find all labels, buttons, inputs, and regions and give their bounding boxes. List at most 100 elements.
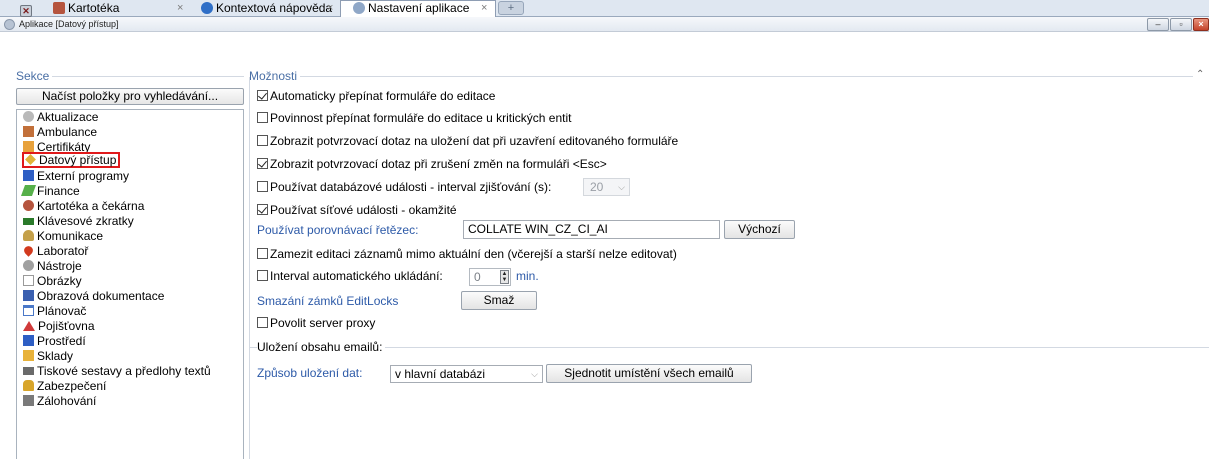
- sidebar-item-prostredi[interactable]: Prostředí: [23, 334, 86, 349]
- unify-emails-button[interactable]: Sjednotit umístění všech emailů: [546, 364, 752, 383]
- email-method-select[interactable]: v hlavní databázi ⌵: [390, 365, 543, 383]
- collate-default-button[interactable]: Výchozí: [724, 220, 795, 239]
- sidebar-item-tiskove-sestavy[interactable]: Tiskové sestavy a předlohy textů: [23, 364, 211, 379]
- option-confirm-cancel[interactable]: Zobrazit potvrzovací dotaz při zrušení z…: [257, 157, 607, 172]
- option-net-events[interactable]: Používat síťové události - okamžité: [257, 203, 457, 218]
- tab-strip: ✕ Kartotéka × Kontextová nápověda × Nast…: [0, 0, 1209, 17]
- minimize-button[interactable]: ‒: [1147, 18, 1169, 31]
- sidebar-item-sklady[interactable]: Sklady: [23, 349, 73, 364]
- email-storage-title: Uložení obsahu emailů:: [257, 340, 386, 354]
- update-gear-icon: [23, 111, 34, 122]
- option-confirm-save[interactable]: Zobrazit potvrzovací dotaz na uložení da…: [257, 134, 678, 149]
- money-icon: [20, 185, 37, 196]
- sidebar-item-label: Finance: [37, 184, 80, 198]
- load-search-items-button[interactable]: Načíst položky pro vyhledávání...: [16, 88, 244, 105]
- close-window-button[interactable]: ×: [1193, 18, 1209, 31]
- keyboard-icon: [23, 218, 34, 225]
- confirm-cancel-checkbox[interactable]: [257, 158, 268, 169]
- plus-icon: +: [507, 2, 515, 14]
- confirm-save-checkbox[interactable]: [257, 135, 268, 146]
- sekce-title: Sekce: [16, 69, 53, 83]
- settings-icon: [353, 2, 365, 14]
- sidebar-item-finance[interactable]: Finance: [20, 184, 80, 199]
- lock-icon: [23, 380, 34, 391]
- sidebar-item-ambulance[interactable]: Ambulance: [23, 125, 97, 140]
- sidebar-item-label: Laboratoř: [37, 244, 89, 258]
- chevron-down-icon: ⌵: [618, 182, 625, 192]
- app-settings-icon: [4, 19, 15, 30]
- tab-label: Kontextová nápověda: [216, 1, 333, 15]
- delete-editlocks-button[interactable]: Smaž: [461, 291, 537, 310]
- option-critical-edit[interactable]: Povinnost přepínat formuláře do editace …: [257, 111, 572, 126]
- sidebar-item-laborator[interactable]: Laboratoř: [22, 244, 89, 259]
- option-lock-edit[interactable]: Zamezit editaci záznamů mimo aktuální de…: [257, 247, 677, 262]
- sidebar-item-klavesove-zkratky[interactable]: Klávesové zkratky: [23, 214, 134, 229]
- sidebar-item-nastroje[interactable]: Nástroje: [23, 259, 82, 274]
- sidebar-item-kartoteka-a-cekarna[interactable]: Kartotéka a čekárna: [23, 199, 144, 214]
- collate-input[interactable]: COLLATE WIN_CZ_CI_AI: [463, 220, 720, 239]
- editlocks-label: Smazání zámků EditLocks: [257, 294, 399, 308]
- spin-arrows-icon[interactable]: ▲ ▼: [500, 270, 509, 284]
- sidebar-item-obrazky[interactable]: Obrázky: [23, 274, 82, 289]
- maximize-button[interactable]: ▫: [1170, 18, 1192, 31]
- sidebar-item-zalohovani[interactable]: Zálohování: [23, 394, 96, 409]
- certificate-icon: [23, 141, 34, 152]
- close-all-tabs-button[interactable]: ✕: [20, 1, 36, 17]
- new-tab-button[interactable]: +: [498, 1, 524, 15]
- sidebar-item-komunikace[interactable]: Komunikace: [23, 229, 103, 244]
- warehouse-icon: [23, 350, 34, 361]
- collapse-up-icon[interactable]: ⌃: [1196, 70, 1204, 80]
- proxy-checkbox[interactable]: [257, 317, 268, 328]
- tab-kontextova-napoveda[interactable]: Kontextová nápověda ×: [201, 1, 341, 17]
- sidebar-item-label: Obrazová dokumentace: [37, 289, 165, 303]
- sections-list: Aktualizace Ambulance Certifikáty Datový…: [16, 109, 244, 459]
- help-icon: [201, 2, 213, 14]
- interval-value: 20: [590, 180, 604, 194]
- option-db-events[interactable]: Používat databázové události - interval …: [257, 180, 551, 195]
- sidebar-item-label: Komunikace: [37, 229, 104, 243]
- option-auto-edit[interactable]: Automaticky přepínat formuláře do editac…: [257, 89, 495, 104]
- auto-edit-checkbox[interactable]: [257, 90, 268, 101]
- moznosti-title: Možnosti: [249, 69, 301, 83]
- patients-icon: [23, 200, 34, 211]
- db-events-checkbox[interactable]: [257, 181, 268, 192]
- tab-close-icon[interactable]: ×: [177, 1, 183, 16]
- net-events-checkbox[interactable]: [257, 204, 268, 215]
- pencil-icon: [25, 154, 36, 165]
- tab-kartoteka[interactable]: Kartotéka ×: [53, 1, 193, 17]
- ambulance-icon: [23, 126, 34, 137]
- tab-label: Kartotéka: [68, 1, 120, 15]
- blood-drop-icon: [22, 244, 35, 257]
- sidebar-item-aktualizace[interactable]: Aktualizace: [23, 110, 98, 125]
- sidebar-item-zabezpeceni[interactable]: Zabezpečení: [23, 379, 106, 394]
- minimize-icon: ‒: [1155, 19, 1161, 29]
- email-method-value: v hlavní databázi: [395, 367, 486, 381]
- autosave-value: 0: [474, 270, 481, 284]
- close-all-icon: ✕: [20, 5, 32, 17]
- option-label: Používat databázové události - interval …: [270, 180, 552, 194]
- sidebar-item-label: Prostředí: [37, 334, 86, 348]
- sidebar-item-label: Plánovač: [37, 304, 87, 318]
- sidebar-item-label: Zálohování: [37, 394, 97, 408]
- tab-nastaveni-aplikace[interactable]: Nastavení aplikace ×: [340, 0, 496, 17]
- tab-label: Nastavení aplikace: [368, 1, 470, 15]
- environment-icon: [23, 335, 34, 346]
- option-proxy[interactable]: Povolit server proxy: [257, 316, 375, 331]
- critical-edit-checkbox[interactable]: [257, 112, 268, 123]
- lock-edit-checkbox[interactable]: [257, 248, 268, 259]
- autosave-interval-stepper[interactable]: 0 ▲ ▼: [469, 268, 511, 286]
- option-label: Automaticky přepínat formuláře do editac…: [270, 89, 496, 103]
- tab-close-icon[interactable]: ×: [327, 1, 333, 16]
- sidebar-item-externi-programy[interactable]: Externí programy: [23, 169, 129, 184]
- sidebar-item-datovy-pristup[interactable]: Datový přístup: [22, 152, 121, 168]
- autosave-checkbox[interactable]: [257, 270, 268, 281]
- sidebar-item-label: Externí programy: [37, 169, 130, 183]
- sidebar-item-pojistovna[interactable]: Pojišťovna: [23, 319, 95, 334]
- sidebar-item-planovac[interactable]: Plánovač: [23, 304, 86, 319]
- section-divider: [249, 76, 1193, 77]
- option-autosave[interactable]: Interval automatického ukládání:: [257, 269, 443, 284]
- option-label: Povinnost přepínat formuláře do editace …: [270, 111, 572, 125]
- tab-close-icon[interactable]: ×: [481, 1, 487, 16]
- sidebar-item-obrazova-dokumentace[interactable]: Obrazová dokumentace: [23, 289, 164, 304]
- communication-icon: [23, 230, 34, 241]
